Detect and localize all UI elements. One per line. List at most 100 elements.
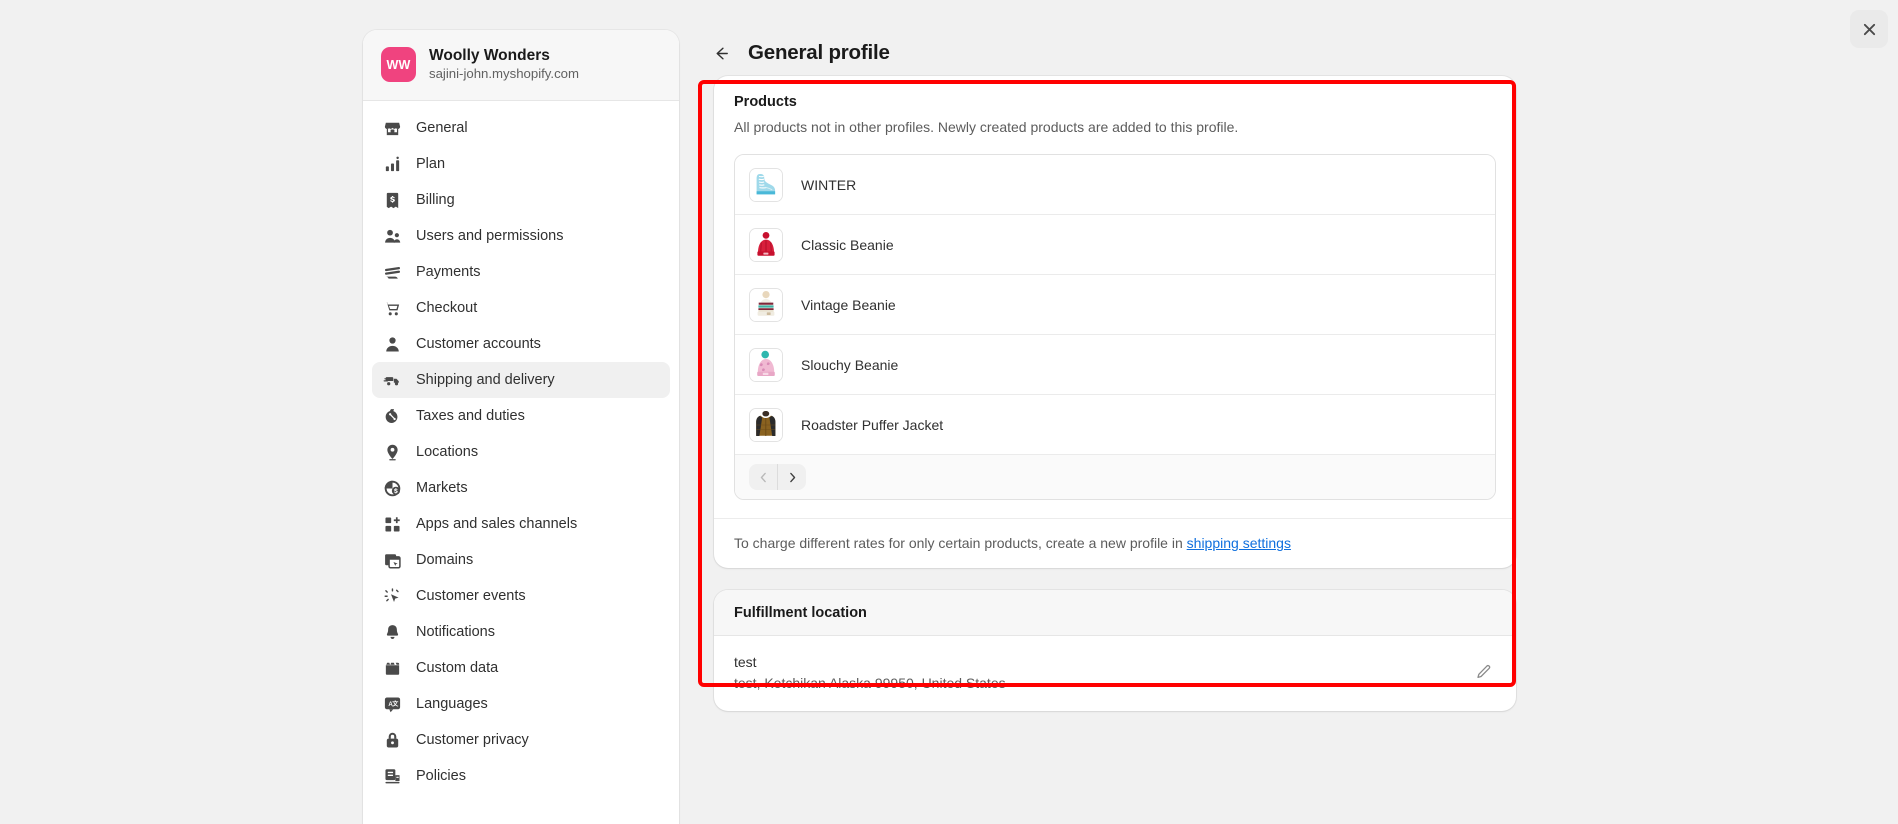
product-row[interactable]: Classic Beanie — [735, 215, 1495, 276]
back-button[interactable] — [710, 42, 732, 64]
sidebar-item-users-and-permissions[interactable]: Users and permissions — [372, 218, 670, 254]
click-icon — [382, 586, 402, 606]
fulfillment-location-card: Fulfillment location test test, Ketchika… — [714, 590, 1516, 712]
payments-icon — [382, 262, 402, 282]
product-row[interactable]: Vintage Beanie — [735, 275, 1495, 336]
pagination-prev-button[interactable] — [749, 464, 777, 490]
products-card-head: Products All products not in other profi… — [714, 76, 1516, 137]
domains-icon — [382, 550, 402, 570]
cart-icon — [382, 298, 402, 318]
sidebar-item-label: Customer accounts — [416, 335, 541, 352]
sidebar-item-billing[interactable]: Billing — [372, 182, 670, 218]
shipping-settings-link[interactable]: shipping settings — [1187, 535, 1291, 551]
sidebar-item-label: Custom data — [416, 659, 499, 676]
sidebar-item-payments[interactable]: Payments — [372, 254, 670, 290]
svg-text:文: 文 — [391, 700, 399, 708]
page-header: General profile — [700, 30, 1530, 76]
main-column: General profile Products All products no… — [700, 30, 1530, 733]
sidebar-item-label: Customer privacy — [416, 731, 529, 748]
chart-icon — [382, 154, 402, 174]
sidebar-item-label: Plan — [416, 155, 446, 172]
sidebar-item-shipping-and-delivery[interactable]: Shipping and delivery — [372, 362, 670, 399]
fulfillment-location-details: test test, Ketchikan Alaska 99950, Unite… — [734, 654, 1006, 691]
product-list: WINTER Classic Beanie Vintage Beanie Slouch… — [734, 154, 1496, 501]
bell-icon — [382, 622, 402, 642]
product-thumbnail-snowboard-boot-blue — [749, 167, 783, 202]
sidebar-item-label: Billing — [416, 191, 455, 208]
receipt-icon — [382, 190, 402, 210]
pencil-icon — [1476, 665, 1490, 679]
sidebar-item-checkout[interactable]: Checkout — [372, 290, 670, 326]
lock-icon — [382, 730, 402, 750]
close-button[interactable] — [1850, 10, 1888, 48]
sidebar-item-label: Domains — [416, 551, 474, 568]
person-icon — [382, 334, 402, 354]
products-card-title: Products — [734, 94, 797, 110]
sidebar-item-label: Markets — [416, 479, 468, 496]
app-root: WW Woolly Wonders sajini-john.myshopify.… — [0, 0, 1898, 824]
product-name: Vintage Beanie — [801, 296, 896, 313]
sidebar-item-customer-events[interactable]: Customer events — [372, 578, 670, 614]
sidebar-item-notifications[interactable]: Notifications — [372, 614, 670, 650]
fulfillment-location-title: Fulfillment location — [714, 590, 1516, 637]
sidebar-item-locations[interactable]: Locations — [372, 434, 670, 470]
users-icon — [382, 226, 402, 246]
store-domain: sajini-john.myshopify.com — [429, 66, 580, 82]
sidebar-item-label: Policies — [416, 767, 466, 784]
product-thumbnail-puffer-jacket-brown — [749, 407, 783, 442]
sidebar-item-customer-privacy[interactable]: Customer privacy — [372, 722, 670, 758]
delivery-truck-icon — [382, 370, 402, 390]
products-card-footer: To charge different rates for only certa… — [714, 518, 1516, 568]
edit-fulfillment-location-button[interactable] — [1470, 660, 1496, 686]
arrow-left-icon — [716, 47, 728, 59]
pagination-next-button[interactable] — [778, 464, 806, 490]
sidebar-item-label: Languages — [416, 695, 488, 712]
store-icon — [382, 118, 402, 138]
sidebar-item-label: Shipping and delivery — [416, 371, 555, 388]
product-name: Roadster Puffer Jacket — [801, 416, 944, 433]
settings-nav: General Plan Billing Users and permissions P… — [363, 101, 679, 804]
sidebar-item-label: Locations — [416, 443, 479, 460]
page-title: General profile — [748, 41, 890, 64]
store-name: Woolly Wonders — [429, 47, 550, 64]
sidebar-item-policies[interactable]: Policies — [372, 758, 670, 794]
sidebar-item-general[interactable]: General — [372, 110, 670, 146]
tax-icon — [382, 406, 402, 426]
product-thumbnail-beanie-red — [749, 227, 783, 262]
sidebar-item-customer-accounts[interactable]: Customer accounts — [372, 326, 670, 362]
sidebar-item-apps-and-sales-channels[interactable]: Apps and sales channels — [372, 506, 670, 542]
sidebar-item-label: General — [416, 119, 468, 136]
pagination-group — [749, 464, 806, 491]
sidebar-item-taxes-and-duties[interactable]: Taxes and duties — [372, 398, 670, 434]
custom-data-icon — [382, 658, 402, 678]
product-row[interactable]: Slouchy Beanie — [735, 335, 1495, 396]
fulfillment-location-address: test, Ketchikan Alaska 99950, United Sta… — [734, 675, 1006, 692]
fulfillment-location-name: test — [734, 654, 757, 671]
fulfillment-location-body: test test, Ketchikan Alaska 99950, Unite… — [714, 636, 1516, 711]
sidebar-item-custom-data[interactable]: Custom data — [372, 650, 670, 686]
store-header[interactable]: WW Woolly Wonders sajini-john.myshopify.… — [363, 30, 679, 102]
product-thumbnail-beanie-pink — [749, 347, 783, 382]
pin-icon — [382, 442, 402, 462]
apps-icon — [382, 514, 402, 534]
product-row[interactable]: Roadster Puffer Jacket — [735, 395, 1495, 456]
sidebar-item-languages[interactable]: A 文 Languages — [372, 686, 670, 722]
sidebar-item-label: Checkout — [416, 299, 478, 316]
chevron-left-icon — [760, 472, 766, 483]
sidebar-item-label: Users and permissions — [416, 227, 564, 244]
product-row[interactable]: WINTER — [735, 155, 1495, 216]
sidebar-item-plan[interactable]: Plan — [372, 146, 670, 182]
product-name: WINTER — [801, 176, 857, 193]
products-card: Products All products not in other profi… — [714, 76, 1516, 569]
sidebar-item-markets[interactable]: Markets — [372, 470, 670, 506]
store-meta: Woolly Wonders sajini-john.myshopify.com — [429, 46, 579, 83]
sidebar-item-label: Payments — [416, 263, 481, 280]
close-icon — [1863, 23, 1875, 35]
sidebar-item-domains[interactable]: Domains — [372, 542, 670, 578]
products-card-subtitle: All products not in other profiles. Newl… — [734, 119, 1239, 135]
globe-icon — [382, 478, 402, 498]
product-thumbnail-beanie-striped — [749, 287, 783, 322]
settings-sidebar: WW Woolly Wonders sajini-john.myshopify.… — [363, 30, 679, 824]
product-name: Slouchy Beanie — [801, 356, 899, 373]
product-name: Classic Beanie — [801, 236, 894, 253]
